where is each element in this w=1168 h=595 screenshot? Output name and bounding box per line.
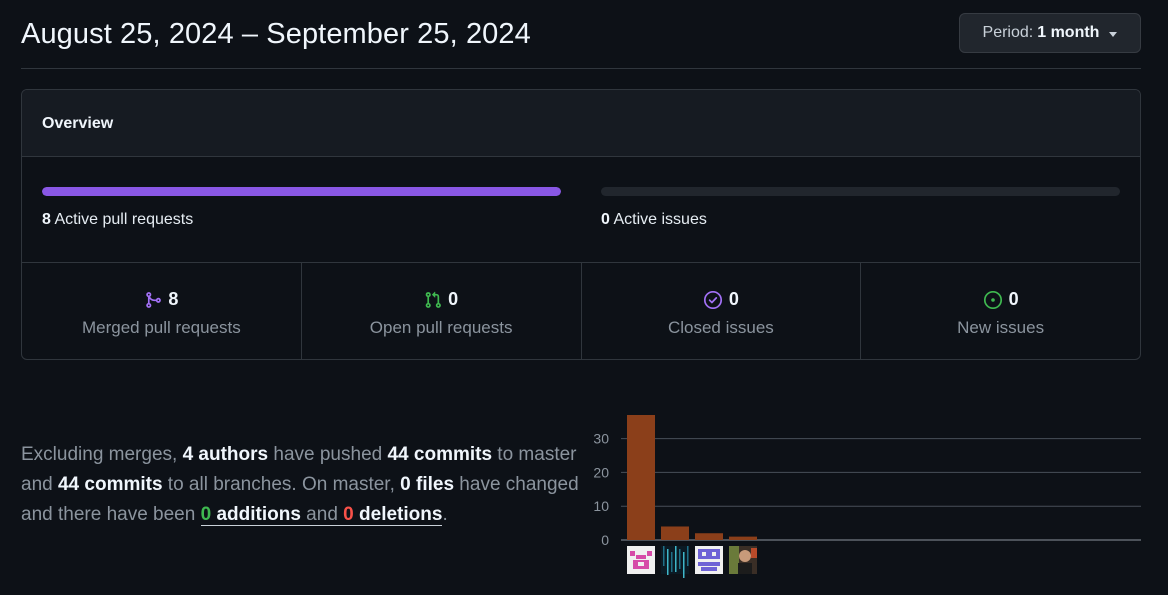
closed-issues-label: Closed issues	[667, 318, 774, 337]
header: August 25, 2024 – September 25, 2024 Per…	[21, 0, 1141, 69]
issue-opened-icon	[983, 290, 1003, 310]
photo-avatar[interactable]	[729, 546, 757, 574]
and-word: and	[300, 504, 344, 525]
y-tick-label: 30	[593, 431, 609, 447]
merged-prs-label: Merged pull requests	[81, 318, 241, 337]
bar-author-2	[661, 526, 689, 540]
git-pull-request-icon	[424, 291, 442, 309]
deletions-word: deletions	[353, 504, 443, 525]
active-issues-text: Active issues	[609, 211, 707, 228]
commit-summary: Excluding merges, 4 authors have pushed …	[21, 440, 586, 530]
summary-text-6: .	[442, 504, 448, 525]
active-prs-count: 8	[42, 211, 51, 228]
summary-text-1: Excluding merges,	[21, 444, 183, 465]
open-prs-label: Open pull requests	[369, 318, 513, 337]
active-issues-count: 0	[601, 211, 610, 228]
active-prs-progress	[42, 187, 561, 196]
stats-row: 8 Merged pull requests 0 Open pull reque…	[22, 263, 1140, 359]
active-issues-block[interactable]: 0 Active issues	[601, 187, 1120, 229]
y-tick-label: 10	[593, 498, 609, 514]
y-tick-label: 20	[593, 464, 609, 480]
summary-text-4: to all branches. On master,	[162, 474, 401, 495]
open-prs-count: 0	[448, 289, 459, 309]
new-issues-count: 0	[1008, 289, 1019, 309]
stat-merged-prs[interactable]: 8 Merged pull requests	[22, 263, 302, 359]
new-issues-label: New issues	[957, 318, 1045, 337]
caret-down-icon	[1109, 31, 1118, 37]
commits-by-author-chart: 0 10 20 30	[585, 400, 1145, 580]
active-issues-progress	[601, 187, 1120, 196]
bar-author-4	[729, 536, 757, 540]
active-prs-block[interactable]: 8 Active pull requests	[42, 187, 561, 229]
bar-author-1	[627, 415, 655, 540]
identicon-purple-avatar[interactable]	[695, 546, 723, 574]
additions-count: 0	[200, 504, 212, 525]
deletions-count: 0	[343, 504, 354, 525]
commits-master: 44 commits	[387, 444, 493, 465]
bar-author-3	[695, 533, 723, 540]
activity-bars: 8 Active pull requests 0 Active issues	[22, 157, 1140, 263]
matrix-avatar[interactable]	[661, 546, 689, 578]
merged-prs-count: 8	[168, 289, 179, 309]
active-issues-label: 0 Active issues	[601, 211, 1120, 229]
authors-count: 4 authors	[182, 444, 269, 465]
overview-panel: Overview 8 Active pull requests 0 Active…	[21, 89, 1141, 360]
stat-new-issues[interactable]: 0 New issues	[861, 263, 1140, 359]
overview-title: Overview	[22, 90, 1140, 157]
chart-svg: 0 10 20 30	[593, 415, 1141, 578]
diff-link[interactable]: 0 additions and 0 deletions	[200, 504, 443, 526]
period-label: Period:	[982, 24, 1034, 41]
commits-all-branches: 44 commits	[57, 474, 163, 495]
closed-issues-count: 0	[728, 289, 739, 309]
stat-closed-issues[interactable]: 0 Closed issues	[582, 263, 862, 359]
summary-text-2: have pushed	[268, 444, 388, 465]
date-range-title: August 25, 2024 – September 25, 2024	[21, 18, 531, 50]
period-dropdown-button[interactable]: Period: 1 month	[959, 13, 1141, 53]
issue-closed-icon	[703, 290, 723, 310]
active-prs-label: 8 Active pull requests	[42, 211, 561, 229]
identicon-pink-avatar[interactable]	[627, 546, 655, 574]
additions-word: additions	[211, 504, 301, 525]
active-prs-text: Active pull requests	[50, 211, 194, 228]
files-changed: 0 files	[400, 474, 455, 495]
period-value: 1 month	[1037, 24, 1100, 41]
stat-open-prs[interactable]: 0 Open pull requests	[302, 263, 582, 359]
git-merge-icon	[144, 291, 162, 309]
y-tick-label: 0	[601, 532, 609, 548]
active-prs-progress-fill	[42, 187, 561, 196]
